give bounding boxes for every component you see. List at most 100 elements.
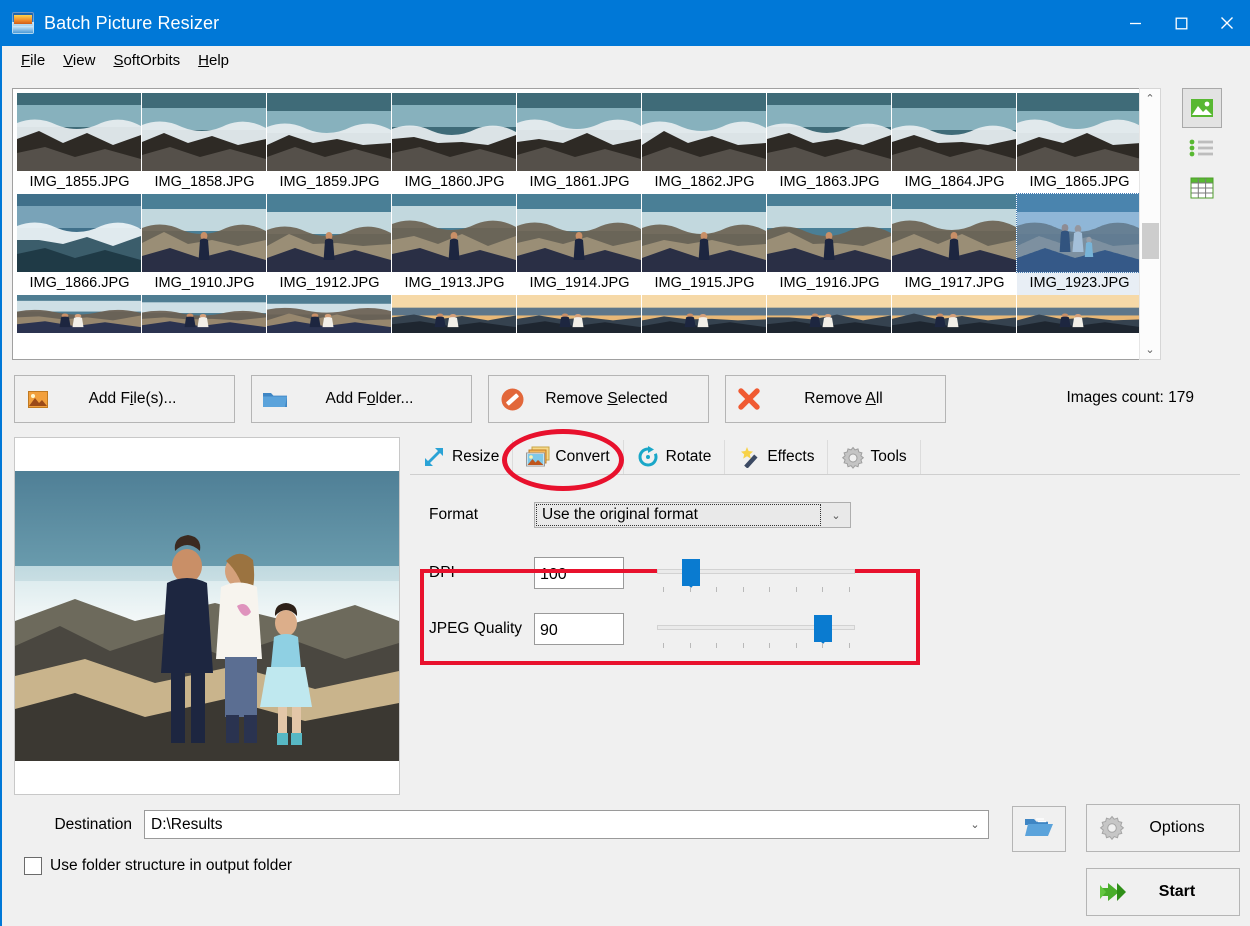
thumbnail-image[interactable] [517,194,642,272]
tab-rotate-label: Rotate [665,448,712,465]
thumbnail-image[interactable] [767,194,892,272]
thumbnail-image[interactable] [1017,295,1142,333]
close-button[interactable] [1204,0,1250,46]
browse-destination-button[interactable] [1012,806,1066,852]
thumbnail-list[interactable]: IMG_1855.JPG IMG_1858.JPG IMG_1859.JPG IMG_… [12,88,1161,360]
menu-item-softorbits[interactable]: SoftOrbits [104,49,189,72]
thumbnail-image[interactable] [17,295,142,333]
thumbnail-item[interactable]: IMG_1913.JPG [392,194,517,295]
menu-item-help[interactable]: Help [189,49,238,72]
thumbnail-image[interactable] [517,93,642,171]
thumbnail-item[interactable]: IMG_1914.JPG [517,194,642,295]
thumbnail-item[interactable]: IMG_1923.JPG [1016,193,1143,295]
menu-bar: File View SoftOrbits Help [2,46,1250,74]
thumbnail-view-button[interactable] [1182,88,1222,128]
thumbnail-item[interactable]: IMG_1866.JPG [17,194,142,295]
remove-selected-button[interactable]: Remove Selected [488,375,709,423]
thumbnail-item[interactable] [517,295,642,333]
thumbnail-image[interactable] [267,194,392,272]
thumbnail-image[interactable] [767,93,892,171]
thumbnail-item[interactable]: IMG_1855.JPG [17,93,142,194]
thumbnail-row: IMG_1855.JPG IMG_1858.JPG IMG_1859.JPG IMG_… [17,93,1160,194]
use-folder-structure-row[interactable]: Use folder structure in output folder [24,857,292,875]
thumbnail-item[interactable] [142,295,267,333]
maximize-button[interactable] [1158,0,1204,46]
thumbnail-item[interactable]: IMG_1912.JPG [267,194,392,295]
thumbnail-item[interactable]: IMG_1865.JPG [1017,93,1142,194]
thumbnail-image[interactable] [17,93,142,171]
thumbnail-item[interactable]: IMG_1859.JPG [267,93,392,194]
options-button[interactable]: Options [1086,804,1240,852]
use-folder-structure-checkbox[interactable] [24,857,42,875]
destination-input[interactable]: D:\Results ⌄ [144,810,989,839]
thumbnail-item[interactable]: IMG_1915.JPG [642,194,767,295]
tab-tools[interactable]: Tools [828,440,921,474]
thumbnail-image[interactable] [267,93,392,171]
thumbnail-item[interactable]: IMG_1860.JPG [392,93,517,194]
tab-rotate[interactable]: Rotate [624,440,726,474]
thumbnail-image[interactable] [892,194,1017,272]
chevron-down-icon[interactable]: ⌄ [822,509,850,522]
thumbnail-image[interactable] [142,295,267,333]
list-view-button[interactable] [1182,128,1222,168]
thumbnail-image[interactable] [642,295,767,333]
chevron-down-icon[interactable]: ⌄ [962,818,988,831]
thumbnail-filename: IMG_1862.JPG [654,174,755,190]
thumbnail-item[interactable]: IMG_1917.JPG [892,194,1017,295]
thumbnail-item[interactable]: IMG_1864.JPG [892,93,1017,194]
thumbnail-filename: IMG_1855.JPG [29,174,130,190]
scrollbar-thumb[interactable] [1142,222,1159,259]
thumbnail-item[interactable] [892,295,1017,333]
format-dropdown[interactable]: Use the original format ⌄ [534,502,851,528]
rotate-arrow-icon [637,446,659,468]
thumbnail-image[interactable] [267,295,392,333]
thumbnail-image[interactable] [1017,93,1142,171]
thumbnail-image[interactable] [392,194,517,272]
thumbnail-item[interactable]: IMG_1861.JPG [517,93,642,194]
gear-icon [841,446,865,469]
thumbnail-image[interactable] [892,93,1017,171]
start-button[interactable]: Start [1086,868,1240,916]
thumbnail-image[interactable] [642,93,767,171]
add-files-button[interactable]: Add File(s)... [14,375,235,423]
thumbnail-item[interactable]: IMG_1862.JPG [642,93,767,194]
thumbnail-image[interactable] [392,93,517,171]
details-view-button[interactable] [1182,168,1222,208]
tab-effects[interactable]: Effects [725,440,829,474]
menu-item-view[interactable]: View [54,49,104,72]
thumbnail-image[interactable] [642,194,767,272]
thumbnail-scrollbar[interactable]: ⌃ ⌄ [1139,88,1161,360]
thumbnail-image[interactable] [767,295,892,333]
thumbnail-item[interactable] [1017,295,1142,333]
thumbnail-item[interactable] [767,295,892,333]
remove-all-button[interactable]: Remove All [725,375,946,423]
thumbnail-item[interactable] [392,295,517,333]
thumbnail-image[interactable] [517,295,642,333]
tab-resize[interactable]: Resize [410,440,514,474]
thumbnail-item[interactable] [642,295,767,333]
thumbnail-item[interactable]: IMG_1910.JPG [142,194,267,295]
thumbnail-filename: IMG_1912.JPG [279,275,380,291]
thumbnail-item[interactable]: IMG_1863.JPG [767,93,892,194]
jpeg-quality-slider[interactable] [657,612,855,648]
thumbnail-image[interactable] [392,295,517,333]
thumbnail-image[interactable] [17,194,142,272]
menu-item-file[interactable]: File [12,49,54,72]
add-folder-button[interactable]: Add Folder... [251,375,472,423]
tab-convert-label: Convert [555,448,610,465]
thumbnail-image[interactable] [892,295,1017,333]
minimize-button[interactable] [1112,0,1158,46]
thumbnail-item[interactable]: IMG_1916.JPG [767,194,892,295]
tab-convert[interactable]: Convert [513,440,624,474]
thumbnail-image[interactable] [142,93,267,171]
thumbnail-item[interactable] [267,295,392,333]
dpi-slider-thumb[interactable] [682,559,701,588]
dpi-slider[interactable] [657,556,855,592]
scroll-down-icon[interactable]: ⌄ [1140,340,1160,359]
thumbnail-item[interactable] [17,295,142,333]
scroll-up-icon[interactable]: ⌃ [1140,89,1160,108]
jpeg-quality-slider-thumb[interactable] [813,615,832,644]
thumbnail-item[interactable]: IMG_1858.JPG [142,93,267,194]
thumbnail-image[interactable] [1016,193,1143,273]
thumbnail-image[interactable] [142,194,267,272]
